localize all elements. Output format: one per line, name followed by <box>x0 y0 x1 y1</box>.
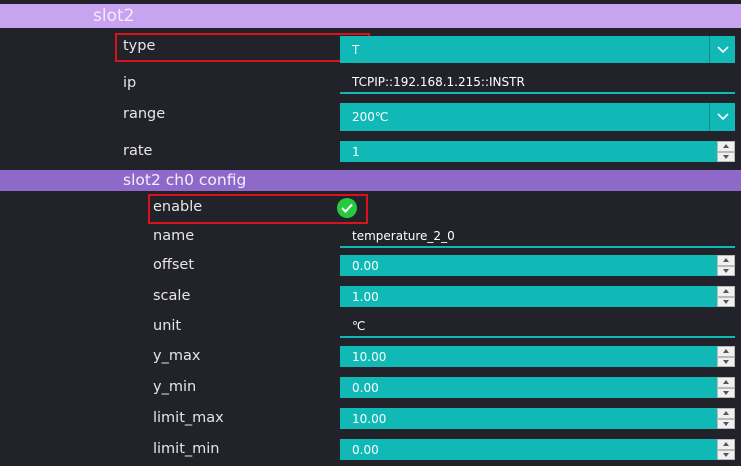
offset-label: offset <box>153 257 195 273</box>
limit-max-spinbox[interactable]: 10.00 <box>340 408 735 429</box>
scale-stepper[interactable] <box>717 286 735 307</box>
limit-min-stepper[interactable] <box>717 439 735 460</box>
channel-title: slot2 ch0 config <box>123 171 247 189</box>
ip-field[interactable]: TCPIP::192.168.1.215::INSTR <box>340 72 735 94</box>
slot-header[interactable]: slot2 <box>0 4 741 28</box>
limit-min-label: limit_min <box>153 441 220 457</box>
scale-label: scale <box>153 288 191 304</box>
y-min-label: y_min <box>153 379 197 395</box>
increment-arrow-icon[interactable] <box>717 377 735 388</box>
range-value: 200℃ <box>352 110 389 124</box>
decrement-arrow-icon[interactable] <box>717 151 735 162</box>
channel-header[interactable]: slot2 ch0 config <box>0 170 741 191</box>
decrement-arrow-icon[interactable] <box>717 356 735 367</box>
name-label: name <box>153 228 195 244</box>
unit-value: ℃ <box>352 319 366 333</box>
type-label: type <box>123 38 156 54</box>
rate-value: 1 <box>352 144 360 159</box>
limit-max-label: limit_max <box>153 410 224 426</box>
range-combobox[interactable]: 200℃ <box>340 103 735 131</box>
y-max-value: 10.00 <box>352 349 387 364</box>
type-combobox[interactable]: T <box>340 36 735 63</box>
name-value: temperature_2_0 <box>352 229 455 243</box>
type-value: T <box>352 42 360 57</box>
y-max-stepper[interactable] <box>717 346 735 367</box>
limit-min-value: 0.00 <box>352 442 379 457</box>
decrement-arrow-icon[interactable] <box>717 296 735 307</box>
scale-spinbox[interactable]: 1.00 <box>340 286 735 307</box>
limit-min-spinbox[interactable]: 0.00 <box>340 439 735 460</box>
increment-arrow-icon[interactable] <box>717 346 735 357</box>
y-min-spinbox[interactable]: 0.00 <box>340 377 735 398</box>
ip-value: TCPIP::192.168.1.215::INSTR <box>352 75 525 89</box>
y-min-stepper[interactable] <box>717 377 735 398</box>
unit-field[interactable]: ℃ <box>340 316 735 338</box>
rate-label: rate <box>123 143 153 159</box>
ip-label: ip <box>123 75 137 91</box>
increment-arrow-icon[interactable] <box>717 255 735 266</box>
increment-arrow-icon[interactable] <box>717 439 735 450</box>
decrement-arrow-icon[interactable] <box>717 387 735 398</box>
decrement-arrow-icon[interactable] <box>717 449 735 460</box>
increment-arrow-icon[interactable] <box>717 141 735 152</box>
y-max-label: y_max <box>153 348 201 364</box>
decrement-arrow-icon[interactable] <box>717 418 735 429</box>
decrement-arrow-icon[interactable] <box>717 265 735 276</box>
rate-spinbox[interactable]: 1 <box>340 141 735 162</box>
increment-arrow-icon[interactable] <box>717 286 735 297</box>
offset-stepper[interactable] <box>717 255 735 276</box>
check-icon <box>341 203 353 213</box>
y-min-value: 0.00 <box>352 380 379 395</box>
scale-value: 1.00 <box>352 289 379 304</box>
offset-spinbox[interactable]: 0.00 <box>340 255 735 276</box>
range-label: range <box>123 106 166 122</box>
name-field[interactable]: temperature_2_0 <box>340 226 735 248</box>
chevron-down-icon[interactable] <box>709 36 735 63</box>
unit-label: unit <box>153 318 182 334</box>
chevron-down-icon[interactable] <box>709 103 735 131</box>
rate-stepper[interactable] <box>717 141 735 162</box>
enable-label: enable <box>153 199 203 215</box>
limit-max-value: 10.00 <box>352 411 387 426</box>
limit-max-stepper[interactable] <box>717 408 735 429</box>
offset-value: 0.00 <box>352 258 379 273</box>
increment-arrow-icon[interactable] <box>717 408 735 419</box>
slot-title: slot2 <box>93 6 135 26</box>
enable-checkbox[interactable] <box>337 198 357 218</box>
y-max-spinbox[interactable]: 10.00 <box>340 346 735 367</box>
